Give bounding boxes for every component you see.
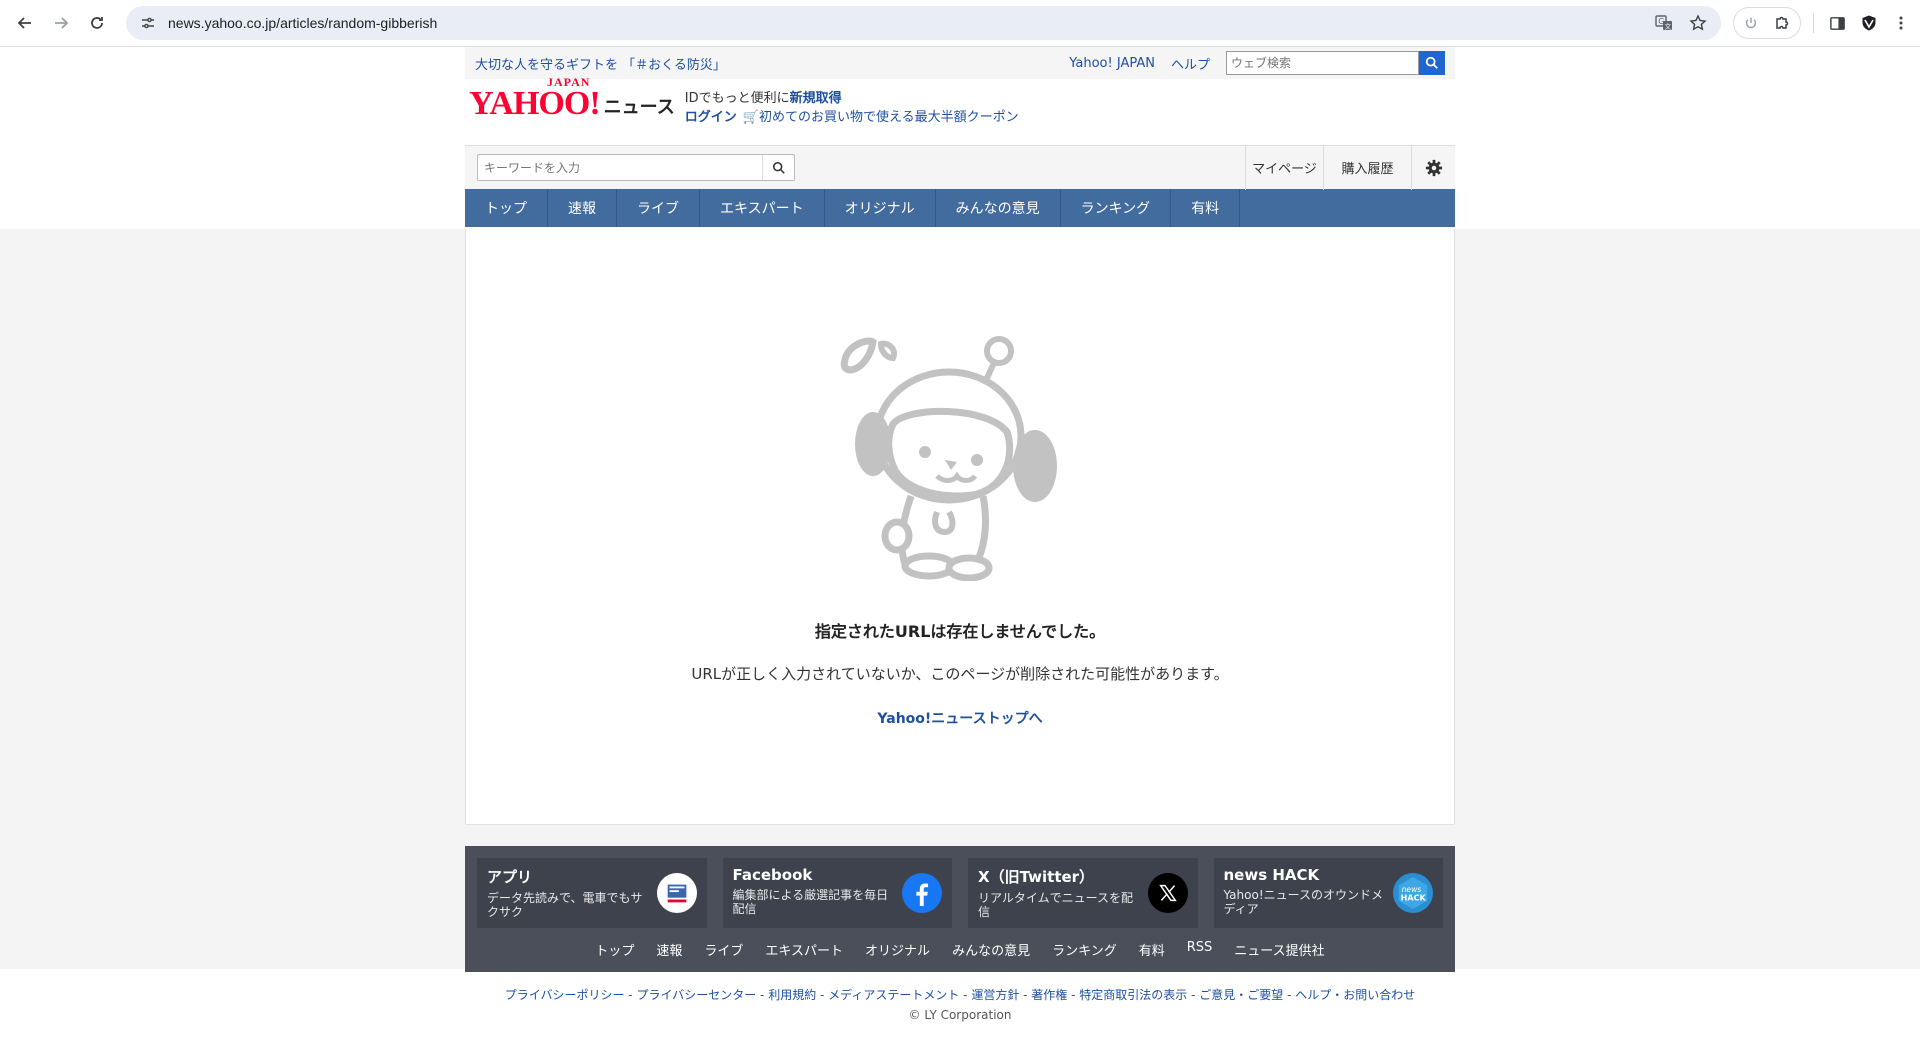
legal-link[interactable]: 利用規約	[768, 988, 816, 1002]
nav-tab-top[interactable]: トップ	[465, 189, 548, 227]
footer-link[interactable]: ニュース提供社	[1234, 940, 1324, 959]
coupon-link[interactable]: 初めてのお買い物で使える最大半額クーポン	[759, 110, 1019, 125]
nav-tab-original[interactable]: オリジナル	[825, 189, 936, 227]
id-promo-text: IDでもっと便利に	[684, 91, 790, 106]
footer-card-newshack[interactable]: news HACK Yahoo!ニュースのオウンドメディア news HACK	[1213, 858, 1443, 928]
keyword-search	[477, 154, 795, 181]
page-body: 指定されたURLは存在しませんでした。 URLが正しく入力されていないか、このペ…	[0, 229, 1920, 1022]
yahoo-logo-text: YAHOO!	[469, 85, 601, 122]
newshack-icon: news HACK	[1393, 873, 1433, 913]
legal-link[interactable]: 運営方針	[971, 988, 1019, 1002]
legal-links: プライバシーポリシー - プライバシーセンター - 利用規約 - メディアステー…	[0, 972, 1920, 1022]
cart-icon: 🛒	[742, 110, 759, 125]
footer-link[interactable]: みんなの意見	[952, 940, 1030, 959]
search-icon	[1425, 56, 1438, 69]
copyright: © LY Corporation	[908, 1008, 1012, 1022]
legal-link[interactable]: ヘルプ・お問い合わせ	[1295, 988, 1415, 1002]
web-search-input[interactable]	[1226, 51, 1419, 75]
toolbar-divider	[1813, 13, 1814, 33]
footer-link[interactable]: トップ	[595, 940, 634, 959]
promo-link[interactable]: 大切な人を守るギフトを 「＃おくる防災」	[475, 54, 726, 73]
nav-tab-expert[interactable]: エキスパート	[700, 189, 825, 227]
login-link[interactable]: ログイン	[685, 110, 737, 125]
yahoo-logo-japan: JAPAN	[547, 75, 591, 89]
card-description: リアルタイムでニュースを配信	[978, 891, 1134, 919]
menu-dots-icon[interactable]	[1892, 14, 1910, 32]
web-search-button[interactable]	[1419, 51, 1445, 75]
facebook-icon	[902, 873, 942, 913]
nav-tab-live[interactable]: ライブ	[617, 189, 700, 227]
footer: アプリ データ先読みで、電車でもサクサク Facebook 編集部による厳選記事…	[465, 846, 1455, 972]
error-description: URLが正しく入力されていないか、このページが削除された可能性があります。	[691, 665, 1229, 683]
footer-card-facebook[interactable]: Facebook 編集部による厳選記事を毎日配信	[722, 858, 952, 928]
masthead: YAHOO! JAPAN ニュース IDでもっと便利に新規取得 ログイン 🛒初めて…	[465, 75, 1455, 145]
footer-link[interactable]: ランキング	[1052, 940, 1117, 959]
card-description: 編集部による厳選記事を毎日配信	[732, 888, 889, 916]
footer-link[interactable]: 有料	[1139, 940, 1165, 959]
page-header: 大切な人を守るギフトを 「＃おくる防災」 Yahoo! JAPAN ヘルプ YA…	[0, 47, 1920, 229]
mypage-link[interactable]: マイページ	[1245, 145, 1323, 190]
nav-tab-paid[interactable]: 有料	[1171, 189, 1241, 227]
footer-link[interactable]: エキスパート	[765, 940, 843, 959]
error-title: 指定されたURLは存在しませんでした。	[814, 622, 1106, 641]
keyword-search-input[interactable]	[478, 155, 762, 180]
legal-link[interactable]: 特定商取引法の表示	[1079, 988, 1187, 1002]
legal-link[interactable]: ご意見・ご要望	[1199, 988, 1283, 1002]
footer-card-x[interactable]: X（旧Twitter） リアルタイムでニュースを配信	[968, 858, 1198, 928]
url-text[interactable]: news.yahoo.co.jp/articles/random-gibberi…	[168, 15, 1639, 31]
web-search	[1226, 51, 1445, 75]
extensions-pill	[1733, 7, 1801, 39]
vpn-shield-icon[interactable]	[1860, 14, 1878, 32]
footer-links: トップ 速報 ライブ エキスパート オリジナル みんなの意見 ランキング 有料 …	[477, 940, 1443, 959]
forward-icon[interactable]	[46, 8, 76, 38]
reload-icon[interactable]	[82, 8, 112, 38]
nav-tab-flash[interactable]: 速報	[548, 189, 617, 227]
purchase-history-link[interactable]: 購入履歴	[1323, 145, 1411, 190]
nav-tab-opinion[interactable]: みんなの意見	[936, 189, 1061, 227]
news-top-link[interactable]: Yahoo!ニューストップへ	[466, 708, 1454, 728]
power-extension-icon[interactable]	[1742, 14, 1760, 32]
footer-card-app[interactable]: アプリ データ先読みで、電車でもサクサク	[477, 858, 707, 928]
back-icon[interactable]	[10, 8, 40, 38]
puzzle-extension-icon[interactable]	[1774, 14, 1792, 32]
card-description: データ先読みで、電車でもサクサク	[487, 891, 643, 919]
mascot-illustration	[840, 336, 1057, 581]
news-search-row: マイページ 購入履歴	[465, 145, 1455, 190]
nav-tab-ranking[interactable]: ランキング	[1061, 189, 1172, 227]
utility-bar: 大切な人を守るギフトを 「＃おくる防災」 Yahoo! JAPAN ヘルプ	[465, 47, 1455, 79]
legal-link[interactable]: メディアステートメント	[828, 988, 959, 1002]
footer-link[interactable]: ライブ	[704, 940, 743, 959]
search-icon	[772, 161, 785, 174]
translate-icon[interactable]: G文	[1655, 14, 1673, 32]
side-panel-icon[interactable]	[1828, 14, 1846, 32]
error-panel: 指定されたURLは存在しませんでした。 URLが正しく入力されていないか、このペ…	[465, 229, 1455, 825]
service-name: ニュース	[603, 97, 675, 118]
settings-button[interactable]	[1411, 145, 1455, 190]
help-link[interactable]: ヘルプ	[1171, 54, 1210, 73]
legal-link[interactable]: プライバシーセンター	[636, 988, 756, 1002]
login-area: IDでもっと便利に新規取得 ログイン 🛒初めてのお買い物で使える最大半額クーポン	[685, 89, 1019, 127]
app-icon	[656, 873, 697, 913]
browser-toolbar: news.yahoo.co.jp/articles/random-gibberi…	[0, 0, 1920, 47]
svg-text:文: 文	[1665, 22, 1672, 31]
x-icon	[1147, 873, 1188, 913]
yahoo-news-logo[interactable]: YAHOO! JAPAN ニュース	[469, 75, 675, 122]
signup-link[interactable]: 新規取得	[790, 91, 842, 106]
footer-link[interactable]: オリジナル	[865, 940, 930, 959]
footer-link[interactable]: RSS	[1187, 940, 1213, 959]
site-info-icon[interactable]	[140, 15, 156, 31]
keyword-search-button[interactable]	[762, 155, 794, 180]
bookmark-star-icon[interactable]	[1689, 14, 1707, 32]
svg-text:HACK: HACK	[1401, 894, 1427, 903]
legal-link[interactable]: 著作権	[1031, 988, 1067, 1002]
legal-link[interactable]: プライバシーポリシー	[505, 988, 625, 1002]
yahoo-japan-link[interactable]: Yahoo! JAPAN	[1069, 56, 1155, 71]
footer-link[interactable]: 速報	[656, 940, 682, 959]
card-description: Yahoo!ニュースのオウンドメディア	[1223, 888, 1384, 916]
global-nav: トップ 速報 ライブ エキスパート オリジナル みんなの意見 ランキング 有料	[465, 189, 1455, 227]
gear-icon	[1425, 159, 1442, 176]
address-bar[interactable]: news.yahoo.co.jp/articles/random-gibberi…	[126, 6, 1721, 40]
